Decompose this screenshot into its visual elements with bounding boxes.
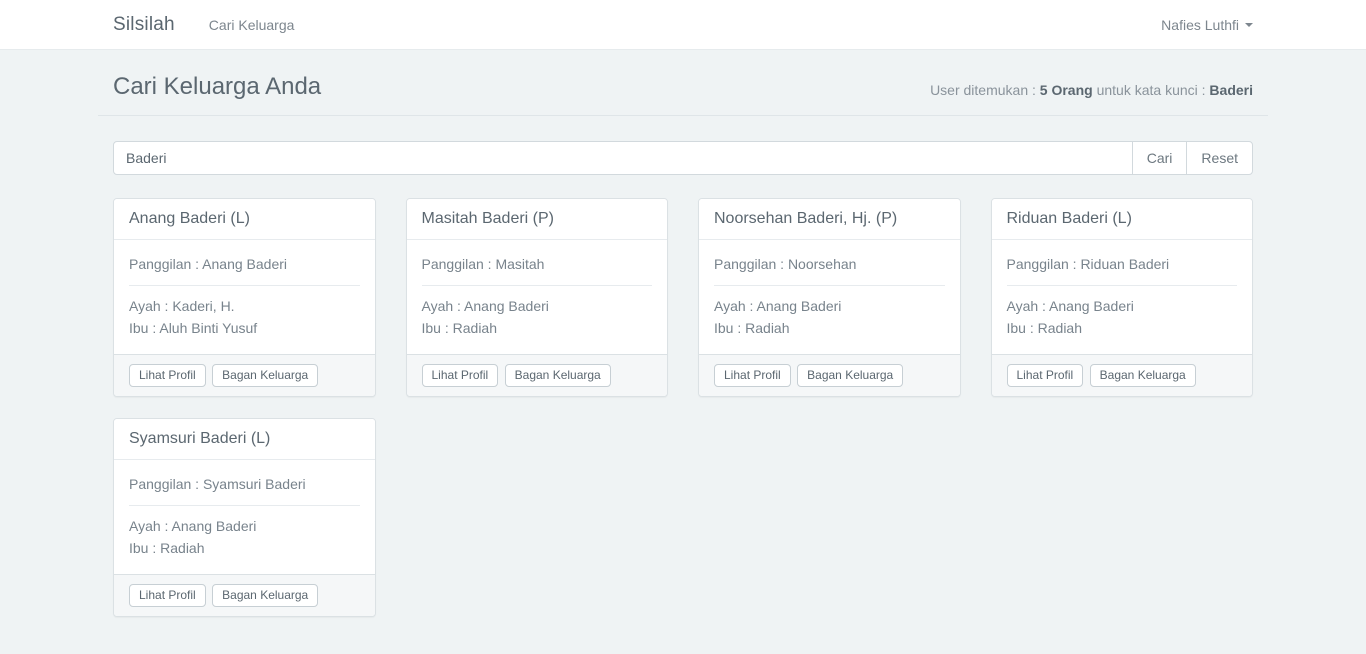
person-father: Ayah : Anang Baderi (1007, 295, 1238, 317)
person-card: Noorsehan Baderi, Hj. (P) Panggilan : No… (698, 198, 961, 397)
family-chart-button[interactable]: Bagan Keluarga (212, 584, 318, 607)
person-card-footer: Lihat Profil Bagan Keluarga (992, 354, 1253, 396)
brand-link[interactable]: Silsilah (113, 14, 175, 36)
divider (714, 285, 945, 286)
person-card-title: Noorsehan Baderi, Hj. (P) (699, 199, 960, 240)
person-card-body: Panggilan : Syamsuri Baderi Ayah : Anang… (114, 460, 375, 574)
person-card-footer: Lihat Profil Bagan Keluarga (407, 354, 668, 396)
search-submit-button[interactable]: Cari (1132, 141, 1188, 175)
page-header: Cari Keluarga Anda User ditemukan : 5 Or… (98, 73, 1268, 116)
summary-keyword: Baderi (1209, 82, 1253, 98)
person-mother: Ibu : Radiah (714, 317, 945, 339)
person-mother: Ibu : Radiah (422, 317, 653, 339)
person-card-body: Panggilan : Noorsehan Ayah : Anang Bader… (699, 240, 960, 354)
person-card-footer: Lihat Profil Bagan Keluarga (114, 574, 375, 616)
view-profile-button[interactable]: Lihat Profil (422, 364, 499, 387)
summary-prefix: User ditemukan : (930, 82, 1040, 98)
search-input[interactable] (113, 141, 1133, 175)
person-card-footer: Lihat Profil Bagan Keluarga (114, 354, 375, 396)
person-nickname: Panggilan : Riduan Baderi (1007, 255, 1238, 274)
person-mother: Ibu : Aluh Binti Yusuf (129, 317, 360, 339)
view-profile-button[interactable]: Lihat Profil (129, 584, 206, 607)
divider (129, 505, 360, 506)
nav-item-cari-keluarga[interactable]: Cari Keluarga (209, 17, 295, 33)
person-nickname: Panggilan : Syamsuri Baderi (129, 475, 360, 494)
results-grid: Anang Baderi (L) Panggilan : Anang Bader… (98, 198, 1268, 638)
family-chart-button[interactable]: Bagan Keluarga (505, 364, 611, 387)
person-father: Ayah : Anang Baderi (129, 515, 360, 537)
person-father: Ayah : Kaderi, H. (129, 295, 360, 317)
person-card-title: Anang Baderi (L) (114, 199, 375, 240)
divider (1007, 285, 1238, 286)
person-card-body: Panggilan : Riduan Baderi Ayah : Anang B… (992, 240, 1253, 354)
navbar: Silsilah Cari Keluarga Nafies Luthfi (0, 0, 1366, 50)
view-profile-button[interactable]: Lihat Profil (1007, 364, 1084, 387)
person-card-title: Riduan Baderi (L) (992, 199, 1253, 240)
person-card: Riduan Baderi (L) Panggilan : Riduan Bad… (991, 198, 1254, 397)
view-profile-button[interactable]: Lihat Profil (129, 364, 206, 387)
search-form: Cari Reset (98, 141, 1268, 175)
user-menu-dropdown[interactable]: Nafies Luthfi (1161, 17, 1253, 33)
person-card-footer: Lihat Profil Bagan Keluarga (699, 354, 960, 396)
user-name: Nafies Luthfi (1161, 17, 1239, 33)
person-card-title: Masitah Baderi (P) (407, 199, 668, 240)
person-nickname: Panggilan : Masitah (422, 255, 653, 274)
person-mother: Ibu : Radiah (1007, 317, 1238, 339)
person-father: Ayah : Anang Baderi (714, 295, 945, 317)
person-card-body: Panggilan : Masitah Ayah : Anang Baderi … (407, 240, 668, 354)
person-card-title: Syamsuri Baderi (L) (114, 419, 375, 460)
person-card: Anang Baderi (L) Panggilan : Anang Bader… (113, 198, 376, 397)
person-mother: Ibu : Radiah (129, 537, 360, 559)
summary-count: 5 Orang (1040, 82, 1093, 98)
family-chart-button[interactable]: Bagan Keluarga (1090, 364, 1196, 387)
family-chart-button[interactable]: Bagan Keluarga (212, 364, 318, 387)
person-nickname: Panggilan : Noorsehan (714, 255, 945, 274)
person-card: Masitah Baderi (P) Panggilan : Masitah A… (406, 198, 669, 397)
summary-middle: untuk kata kunci : (1093, 82, 1210, 98)
person-card: Syamsuri Baderi (L) Panggilan : Syamsuri… (113, 418, 376, 617)
person-card-body: Panggilan : Anang Baderi Ayah : Kaderi, … (114, 240, 375, 354)
page-title: Cari Keluarga Anda (113, 73, 321, 101)
view-profile-button[interactable]: Lihat Profil (714, 364, 791, 387)
caret-down-icon (1245, 23, 1253, 27)
person-father: Ayah : Anang Baderi (422, 295, 653, 317)
family-chart-button[interactable]: Bagan Keluarga (797, 364, 903, 387)
divider (422, 285, 653, 286)
divider (129, 285, 360, 286)
search-result-summary: User ditemukan : 5 Orang untuk kata kunc… (930, 82, 1253, 101)
person-nickname: Panggilan : Anang Baderi (129, 255, 360, 274)
search-reset-button[interactable]: Reset (1186, 141, 1253, 175)
